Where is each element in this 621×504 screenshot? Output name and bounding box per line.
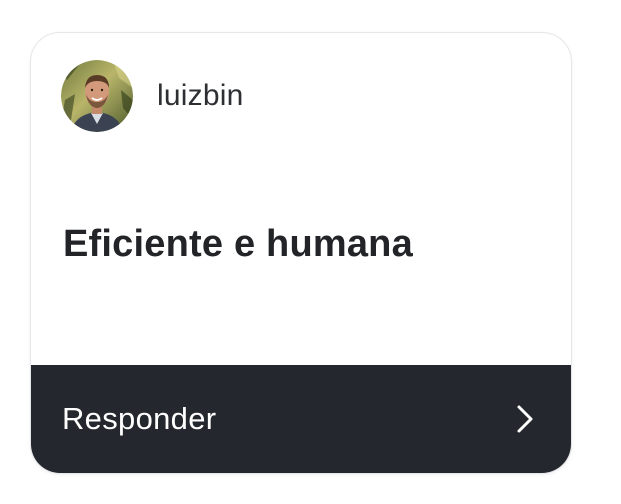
page: luizbin Eficiente e humana Responder xyxy=(0,0,621,504)
reply-button[interactable]: Responder xyxy=(31,365,571,473)
message-text: Eficiente e humana xyxy=(63,223,413,265)
reply-button-label: Responder xyxy=(62,401,217,436)
card-header: luizbin xyxy=(61,59,243,133)
username[interactable]: luizbin xyxy=(157,79,243,113)
chevron-right-icon xyxy=(517,405,533,433)
avatar[interactable] xyxy=(61,60,133,132)
reply-card: luizbin Eficiente e humana Responder xyxy=(30,32,572,474)
